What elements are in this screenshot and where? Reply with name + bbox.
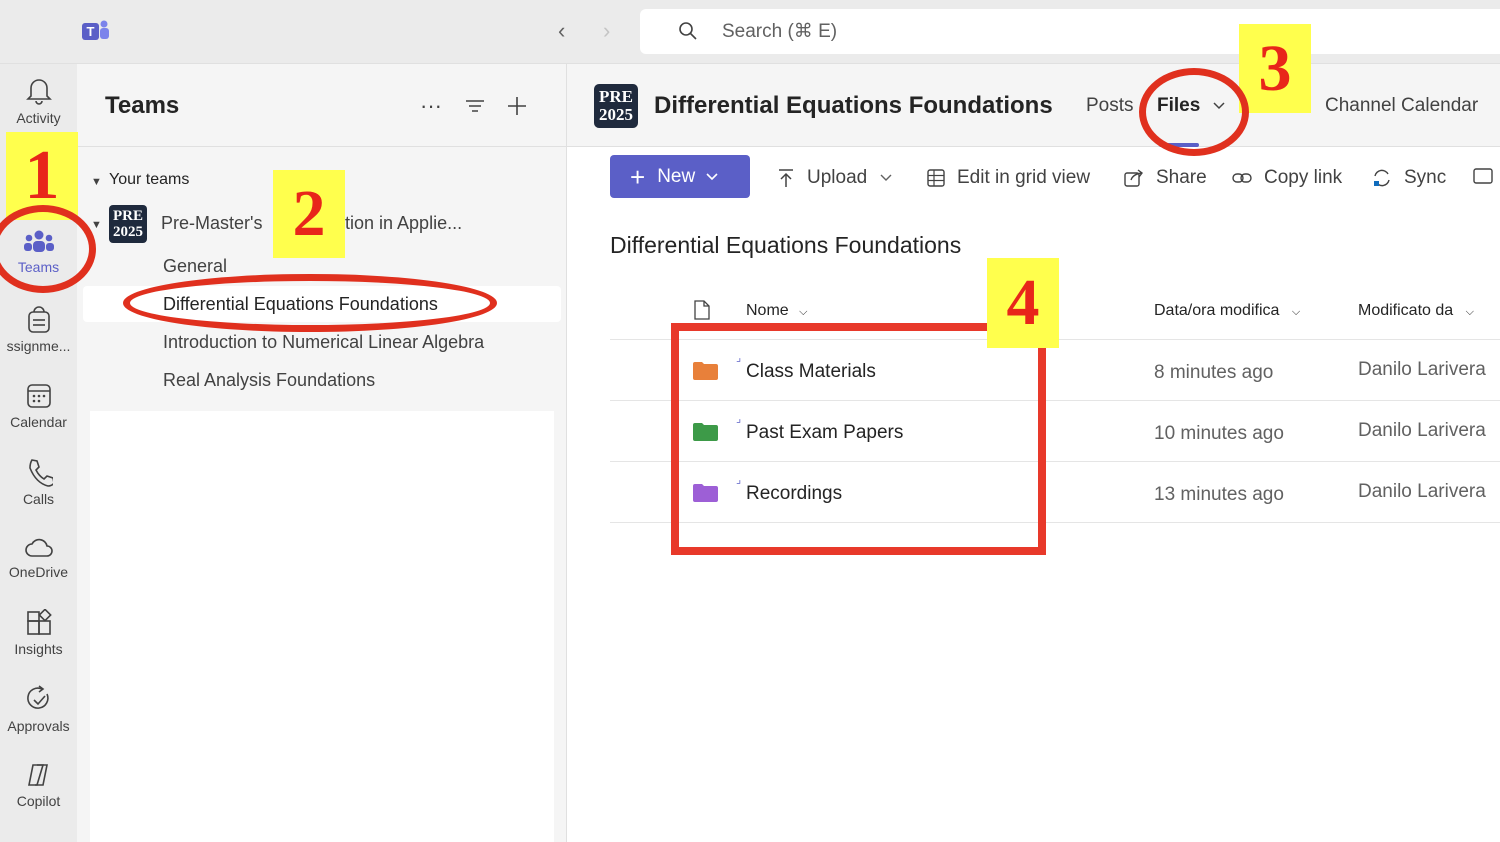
annotation-rect-folders (671, 323, 1046, 555)
caret-down-icon[interactable]: ▼ (91, 219, 102, 231)
rail-label: Approvals (7, 718, 70, 734)
rail-item-calls[interactable]: Calls (0, 457, 77, 527)
file-modified-by: Danilo Larivera (1358, 481, 1486, 502)
search-box[interactable] (640, 9, 1500, 54)
sidebar-panel (90, 411, 554, 842)
rail-item-copilot[interactable]: Copilot (0, 761, 77, 831)
upload-label: Upload (807, 167, 868, 188)
svg-text:T: T (87, 24, 95, 39)
edit-grid-view-button[interactable]: Edit in grid view (927, 167, 1090, 189)
channel-avatar-line1: PRE (599, 87, 633, 106)
rail-item-calendar[interactable]: Calendar (0, 382, 77, 452)
step-badge-2: 2 (273, 170, 345, 258)
rail-label: ssignme... (6, 338, 71, 354)
team-name-tail[interactable]: tion in Applie... (345, 213, 462, 234)
overflow-button[interactable] (1473, 167, 1500, 185)
insights-icon (26, 609, 52, 635)
search-icon (679, 22, 697, 40)
channel-avatar-line2: 2025 (599, 105, 633, 124)
cloud-icon (24, 538, 53, 557)
upload-button[interactable]: Upload (777, 167, 905, 189)
grid-label: Edit in grid view (957, 167, 1091, 188)
search-input[interactable] (722, 18, 1322, 45)
calendar-icon (26, 384, 51, 408)
team-name[interactable]: Pre-Master's (161, 213, 262, 234)
filter-icon[interactable] (463, 94, 487, 118)
file-modified-by: Danilo Larivera (1358, 420, 1486, 441)
phone-icon (28, 459, 53, 487)
upload-icon (779, 169, 793, 187)
more-options-icon[interactable]: ··· (419, 94, 443, 118)
copilot-icon (27, 764, 48, 786)
your-teams-label[interactable]: Your teams (109, 171, 189, 189)
approvals-icon (26, 685, 49, 709)
chevron-down-icon: ⌵ (1291, 306, 1301, 318)
column-header-modified[interactable]: Data/ora modifica ⌵ (1154, 302, 1300, 320)
step-badge-3: 3 (1239, 24, 1311, 113)
chevron-down-icon (880, 174, 892, 181)
rail-label: Insights (14, 641, 63, 657)
file-modified-by: Danilo Larivera (1358, 359, 1486, 380)
sync-icon (1374, 169, 1390, 187)
column-header-name[interactable]: Nome ⌵ (746, 302, 807, 320)
copy-link-label: Copy link (1264, 167, 1343, 188)
channel-numerical-linear-algebra[interactable]: Introduction to Numerical Linear Algebra (163, 332, 484, 353)
annotation-circle-files-tab (1139, 68, 1249, 156)
chevron-down-icon: ⌵ (1465, 306, 1474, 318)
column-header-modified-by[interactable]: Modificato da ⌵ (1358, 302, 1474, 320)
chevron-down-icon (706, 172, 718, 180)
annotation-circle-channel (123, 274, 497, 332)
rail-item-approvals[interactable]: Approvals (0, 684, 77, 754)
channel-header: PRE 2025 Differential Equations Foundati… (567, 64, 1500, 147)
teams-logo-icon[interactable]: T (82, 19, 110, 43)
sync-label: Sync (1404, 167, 1447, 188)
rail-label: Copilot (16, 793, 61, 809)
file-modified: 8 minutes ago (1154, 362, 1274, 383)
forward-arrow-icon[interactable]: › (603, 20, 610, 42)
column-modified-label: Data/ora modifica (1154, 302, 1280, 319)
rail-item-onedrive[interactable]: OneDrive (0, 536, 77, 606)
channel-title: Differential Equations Foundations (654, 92, 1053, 119)
step-badge-4: 4 (987, 258, 1059, 348)
link-icon (1232, 173, 1252, 183)
back-arrow-icon[interactable]: ‹ (558, 20, 565, 42)
team-avatar-line1: PRE (113, 208, 143, 224)
sidebar-title: Teams (105, 92, 180, 119)
rail-item-assignments[interactable]: ssignme... (0, 304, 77, 374)
rail-label: OneDrive (8, 564, 69, 580)
add-icon[interactable] (505, 94, 529, 118)
channel-avatar: PRE 2025 (594, 84, 638, 128)
rail-label: Calls (22, 491, 55, 507)
copy-link-button[interactable]: Copy link (1232, 167, 1342, 189)
new-button-label: New (657, 165, 696, 187)
plus-icon: + (630, 161, 646, 192)
column-modified-by-label: Modificato da (1358, 302, 1454, 319)
tab-channel-calendar[interactable]: Channel Calendar (1325, 95, 1478, 117)
sidebar-divider (77, 146, 567, 147)
rail-item-insights[interactable]: Insights (0, 609, 77, 679)
file-type-icon (694, 300, 710, 320)
share-label: Share (1156, 167, 1207, 188)
chevron-down-icon: ⌵ (799, 306, 808, 318)
library-title: Differential Equations Foundations (610, 232, 962, 258)
new-button[interactable]: + New (610, 155, 750, 198)
bell-icon (25, 79, 52, 105)
share-button[interactable]: Share (1124, 167, 1207, 189)
rail-label: Calendar (10, 414, 67, 430)
file-modified: 10 minutes ago (1154, 423, 1284, 444)
tab-posts[interactable]: Posts (1086, 95, 1134, 117)
tray-icon (1473, 168, 1493, 184)
share-icon (1124, 169, 1143, 187)
team-avatar-line2: 2025 (113, 224, 143, 240)
grid-icon (927, 169, 945, 187)
rail-label: Activity (16, 110, 61, 126)
sync-button[interactable]: Sync (1372, 167, 1446, 189)
caret-down-icon[interactable]: ▼ (91, 176, 102, 188)
assignments-icon (27, 306, 50, 333)
channel-general[interactable]: General (163, 256, 227, 277)
column-name-label: Nome (746, 302, 789, 319)
channel-real-analysis[interactable]: Real Analysis Foundations (163, 370, 375, 391)
file-modified: 13 minutes ago (1154, 484, 1284, 505)
team-avatar: PRE 2025 (109, 205, 147, 243)
